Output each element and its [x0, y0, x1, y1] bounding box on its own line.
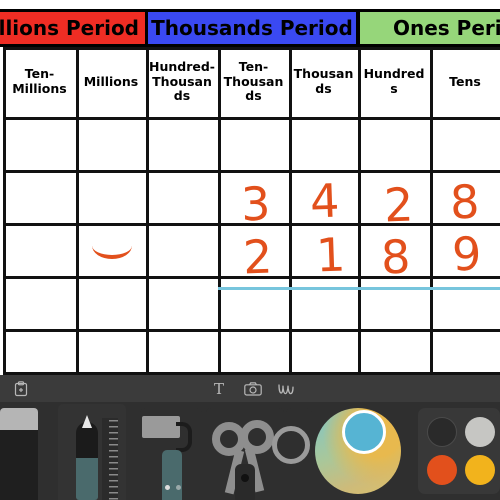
roller-indicator-dots	[165, 485, 183, 490]
column-header-ten-thousands: Ten-Thousands	[223, 58, 284, 104]
squiggle-icon[interactable]	[276, 379, 298, 399]
color-wheel[interactable]	[315, 408, 401, 494]
color-swatch-yellow[interactable]	[465, 455, 495, 485]
eraser-tool[interactable]	[0, 408, 38, 500]
shape-tool[interactable]	[272, 408, 312, 500]
scissors-pivot	[235, 464, 255, 500]
color-swatch-black[interactable]	[427, 417, 457, 447]
pen-tool[interactable]	[58, 404, 126, 500]
color-swatch-white[interactable]	[465, 417, 495, 447]
handwritten-digit-tens-row2: 9	[451, 226, 483, 282]
pen-body	[76, 422, 98, 500]
whiteboard-canvas[interactable]: Millions Period Thousands Period Ones Pe…	[0, 0, 500, 375]
handwritten-digit-hundreds-row1: 2	[383, 177, 415, 233]
color-swatch-orange[interactable]	[427, 455, 457, 485]
roller-head	[142, 416, 180, 438]
column-header-tens: Tens	[449, 73, 481, 89]
column-header-hundreds: Hundreds	[363, 66, 425, 96]
text-tool-icon[interactable]: T	[208, 379, 230, 399]
answer-rule-line	[218, 287, 500, 290]
paste-icon[interactable]	[10, 379, 32, 399]
column-header-millions: Millions	[83, 73, 139, 89]
color-swatch-panel	[418, 408, 500, 494]
period-band-thousands: Thousands Period	[145, 9, 359, 47]
roller-arm	[176, 422, 192, 452]
grid-row-line-5	[3, 329, 500, 332]
circle-shape-icon	[272, 426, 310, 464]
camera-icon[interactable]	[242, 379, 264, 399]
column-header-ten-millions: Ten-Millions	[12, 66, 67, 96]
color-wheel-selection[interactable]	[342, 410, 386, 454]
app-root: Millions Period Thousands Period Ones Pe…	[0, 0, 500, 500]
scissors-tool[interactable]	[206, 408, 284, 500]
period-band-ones: Ones Period	[357, 9, 500, 47]
ruler-icon	[102, 418, 118, 500]
tool-palette	[0, 402, 500, 500]
handwritten-digit-hundreds-row2: 8	[380, 229, 412, 285]
column-header-hundred-thousands: Hundred-Thousands	[149, 58, 215, 104]
handwritten-digit-ten-thousands-row1: 3	[240, 176, 272, 232]
grid-row-line-1	[3, 117, 500, 120]
paint-roller-tool[interactable]	[140, 408, 202, 500]
grid-row-line-2	[3, 170, 500, 173]
top-toolbar: T	[0, 375, 500, 402]
handwritten-digit-ten-thousands-row2: 2	[242, 229, 274, 285]
period-band-millions: Millions Period	[0, 9, 148, 47]
handwritten-digit-tens-row1: 8	[449, 174, 481, 230]
app-chrome: T	[0, 375, 500, 500]
handwritten-digit-thousands-row2: 1	[315, 227, 347, 283]
handwritten-digit-thousands-row1: 4	[309, 173, 341, 229]
roller-handle	[162, 450, 182, 500]
column-header-thousands: Thousands	[293, 66, 354, 96]
